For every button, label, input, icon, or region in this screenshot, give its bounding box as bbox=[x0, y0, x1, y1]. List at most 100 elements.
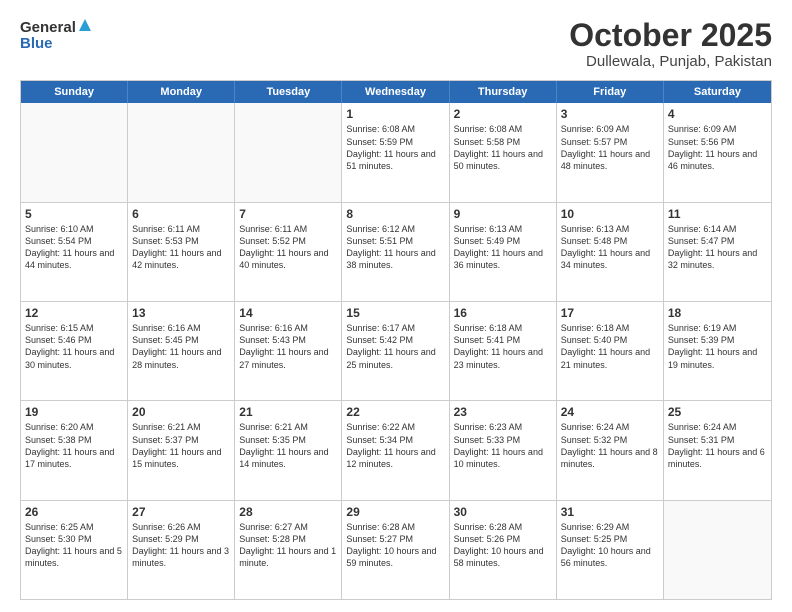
day-info: Sunrise: 6:23 AM Sunset: 5:33 PM Dayligh… bbox=[454, 421, 552, 470]
weekday-header: Sunday bbox=[21, 81, 128, 103]
calendar-cell: 10Sunrise: 6:13 AM Sunset: 5:48 PM Dayli… bbox=[557, 203, 664, 301]
calendar-cell: 4Sunrise: 6:09 AM Sunset: 5:56 PM Daylig… bbox=[664, 103, 771, 201]
calendar-cell bbox=[664, 501, 771, 599]
calendar-cell: 12Sunrise: 6:15 AM Sunset: 5:46 PM Dayli… bbox=[21, 302, 128, 400]
day-number: 26 bbox=[25, 504, 123, 520]
day-number: 8 bbox=[346, 206, 444, 222]
day-info: Sunrise: 6:09 AM Sunset: 5:56 PM Dayligh… bbox=[668, 123, 767, 172]
day-number: 23 bbox=[454, 404, 552, 420]
day-info: Sunrise: 6:15 AM Sunset: 5:46 PM Dayligh… bbox=[25, 322, 123, 371]
day-number: 20 bbox=[132, 404, 230, 420]
calendar-week: 5Sunrise: 6:10 AM Sunset: 5:54 PM Daylig… bbox=[21, 202, 771, 301]
day-number: 19 bbox=[25, 404, 123, 420]
weekday-header: Friday bbox=[557, 81, 664, 103]
calendar-cell: 31Sunrise: 6:29 AM Sunset: 5:25 PM Dayli… bbox=[557, 501, 664, 599]
calendar-cell: 17Sunrise: 6:18 AM Sunset: 5:40 PM Dayli… bbox=[557, 302, 664, 400]
calendar-cell bbox=[21, 103, 128, 201]
calendar-subtitle: Dullewala, Punjab, Pakistan bbox=[569, 53, 772, 70]
weekday-header: Thursday bbox=[450, 81, 557, 103]
day-number: 18 bbox=[668, 305, 767, 321]
day-info: Sunrise: 6:19 AM Sunset: 5:39 PM Dayligh… bbox=[668, 322, 767, 371]
calendar-cell: 24Sunrise: 6:24 AM Sunset: 5:32 PM Dayli… bbox=[557, 401, 664, 499]
day-info: Sunrise: 6:22 AM Sunset: 5:34 PM Dayligh… bbox=[346, 421, 444, 470]
day-info: Sunrise: 6:13 AM Sunset: 5:48 PM Dayligh… bbox=[561, 223, 659, 272]
weekday-header: Saturday bbox=[664, 81, 771, 103]
weekday-header: Monday bbox=[128, 81, 235, 103]
day-number: 29 bbox=[346, 504, 444, 520]
day-info: Sunrise: 6:24 AM Sunset: 5:32 PM Dayligh… bbox=[561, 421, 659, 470]
day-info: Sunrise: 6:17 AM Sunset: 5:42 PM Dayligh… bbox=[346, 322, 444, 371]
logo-general: General bbox=[20, 19, 76, 36]
day-number: 24 bbox=[561, 404, 659, 420]
calendar-cell bbox=[235, 103, 342, 201]
day-info: Sunrise: 6:09 AM Sunset: 5:57 PM Dayligh… bbox=[561, 123, 659, 172]
day-info: Sunrise: 6:21 AM Sunset: 5:35 PM Dayligh… bbox=[239, 421, 337, 470]
day-number: 30 bbox=[454, 504, 552, 520]
calendar-cell: 26Sunrise: 6:25 AM Sunset: 5:30 PM Dayli… bbox=[21, 501, 128, 599]
calendar-cell bbox=[128, 103, 235, 201]
day-number: 1 bbox=[346, 106, 444, 122]
calendar-cell: 19Sunrise: 6:20 AM Sunset: 5:38 PM Dayli… bbox=[21, 401, 128, 499]
day-number: 28 bbox=[239, 504, 337, 520]
calendar-cell: 15Sunrise: 6:17 AM Sunset: 5:42 PM Dayli… bbox=[342, 302, 449, 400]
day-info: Sunrise: 6:11 AM Sunset: 5:52 PM Dayligh… bbox=[239, 223, 337, 272]
day-number: 17 bbox=[561, 305, 659, 321]
day-number: 31 bbox=[561, 504, 659, 520]
day-info: Sunrise: 6:25 AM Sunset: 5:30 PM Dayligh… bbox=[25, 521, 123, 570]
day-number: 4 bbox=[668, 106, 767, 122]
day-info: Sunrise: 6:28 AM Sunset: 5:27 PM Dayligh… bbox=[346, 521, 444, 570]
day-info: Sunrise: 6:28 AM Sunset: 5:26 PM Dayligh… bbox=[454, 521, 552, 570]
calendar-cell: 8Sunrise: 6:12 AM Sunset: 5:51 PM Daylig… bbox=[342, 203, 449, 301]
day-number: 10 bbox=[561, 206, 659, 222]
calendar-week: 12Sunrise: 6:15 AM Sunset: 5:46 PM Dayli… bbox=[21, 301, 771, 400]
day-number: 12 bbox=[25, 305, 123, 321]
day-number: 3 bbox=[561, 106, 659, 122]
day-number: 16 bbox=[454, 305, 552, 321]
calendar-cell: 5Sunrise: 6:10 AM Sunset: 5:54 PM Daylig… bbox=[21, 203, 128, 301]
day-number: 22 bbox=[346, 404, 444, 420]
day-number: 7 bbox=[239, 206, 337, 222]
day-info: Sunrise: 6:08 AM Sunset: 5:59 PM Dayligh… bbox=[346, 123, 444, 172]
day-number: 25 bbox=[668, 404, 767, 420]
calendar-cell: 16Sunrise: 6:18 AM Sunset: 5:41 PM Dayli… bbox=[450, 302, 557, 400]
logo-blue: Blue bbox=[20, 35, 92, 52]
weekday-header: Tuesday bbox=[235, 81, 342, 103]
day-number: 11 bbox=[668, 206, 767, 222]
calendar-week: 1Sunrise: 6:08 AM Sunset: 5:59 PM Daylig… bbox=[21, 103, 771, 201]
day-info: Sunrise: 6:26 AM Sunset: 5:29 PM Dayligh… bbox=[132, 521, 230, 570]
calendar-cell: 23Sunrise: 6:23 AM Sunset: 5:33 PM Dayli… bbox=[450, 401, 557, 499]
day-number: 6 bbox=[132, 206, 230, 222]
day-number: 21 bbox=[239, 404, 337, 420]
calendar-cell: 29Sunrise: 6:28 AM Sunset: 5:27 PM Dayli… bbox=[342, 501, 449, 599]
day-info: Sunrise: 6:21 AM Sunset: 5:37 PM Dayligh… bbox=[132, 421, 230, 470]
calendar-cell: 18Sunrise: 6:19 AM Sunset: 5:39 PM Dayli… bbox=[664, 302, 771, 400]
calendar-cell: 6Sunrise: 6:11 AM Sunset: 5:53 PM Daylig… bbox=[128, 203, 235, 301]
day-info: Sunrise: 6:29 AM Sunset: 5:25 PM Dayligh… bbox=[561, 521, 659, 570]
header: General Blue October 2025 Dullewala, Pun… bbox=[20, 18, 772, 70]
weekday-header: Wednesday bbox=[342, 81, 449, 103]
day-info: Sunrise: 6:18 AM Sunset: 5:41 PM Dayligh… bbox=[454, 322, 552, 371]
calendar-body: 1Sunrise: 6:08 AM Sunset: 5:59 PM Daylig… bbox=[21, 103, 771, 599]
day-number: 27 bbox=[132, 504, 230, 520]
calendar-cell: 20Sunrise: 6:21 AM Sunset: 5:37 PM Dayli… bbox=[128, 401, 235, 499]
day-info: Sunrise: 6:10 AM Sunset: 5:54 PM Dayligh… bbox=[25, 223, 123, 272]
calendar-week: 26Sunrise: 6:25 AM Sunset: 5:30 PM Dayli… bbox=[21, 500, 771, 599]
calendar-cell: 1Sunrise: 6:08 AM Sunset: 5:59 PM Daylig… bbox=[342, 103, 449, 201]
day-info: Sunrise: 6:13 AM Sunset: 5:49 PM Dayligh… bbox=[454, 223, 552, 272]
day-info: Sunrise: 6:16 AM Sunset: 5:45 PM Dayligh… bbox=[132, 322, 230, 371]
day-info: Sunrise: 6:24 AM Sunset: 5:31 PM Dayligh… bbox=[668, 421, 767, 470]
calendar-cell: 11Sunrise: 6:14 AM Sunset: 5:47 PM Dayli… bbox=[664, 203, 771, 301]
logo: General Blue bbox=[20, 18, 92, 52]
calendar-cell: 3Sunrise: 6:09 AM Sunset: 5:57 PM Daylig… bbox=[557, 103, 664, 201]
calendar-cell: 25Sunrise: 6:24 AM Sunset: 5:31 PM Dayli… bbox=[664, 401, 771, 499]
day-info: Sunrise: 6:18 AM Sunset: 5:40 PM Dayligh… bbox=[561, 322, 659, 371]
calendar: SundayMondayTuesdayWednesdayThursdayFrid… bbox=[20, 80, 772, 600]
day-info: Sunrise: 6:14 AM Sunset: 5:47 PM Dayligh… bbox=[668, 223, 767, 272]
calendar-cell: 9Sunrise: 6:13 AM Sunset: 5:49 PM Daylig… bbox=[450, 203, 557, 301]
calendar-header: SundayMondayTuesdayWednesdayThursdayFrid… bbox=[21, 81, 771, 103]
calendar-cell: 14Sunrise: 6:16 AM Sunset: 5:43 PM Dayli… bbox=[235, 302, 342, 400]
day-info: Sunrise: 6:16 AM Sunset: 5:43 PM Dayligh… bbox=[239, 322, 337, 371]
day-info: Sunrise: 6:12 AM Sunset: 5:51 PM Dayligh… bbox=[346, 223, 444, 272]
calendar-cell: 27Sunrise: 6:26 AM Sunset: 5:29 PM Dayli… bbox=[128, 501, 235, 599]
title-block: October 2025 Dullewala, Punjab, Pakistan bbox=[569, 18, 772, 70]
